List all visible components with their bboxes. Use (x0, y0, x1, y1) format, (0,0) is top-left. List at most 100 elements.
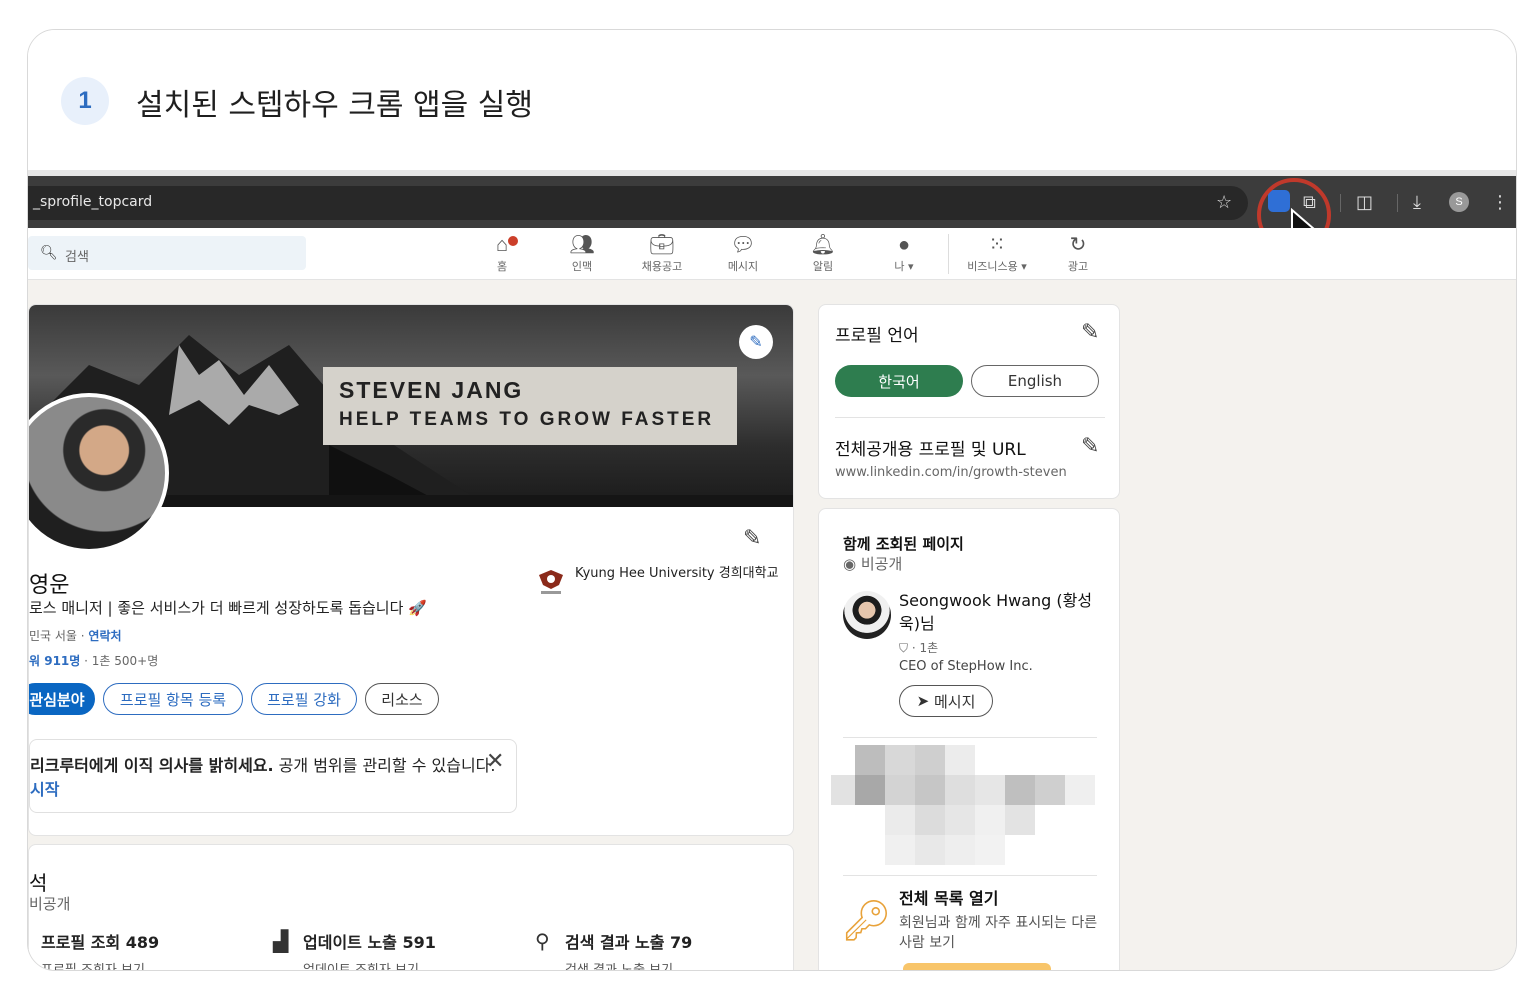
nav-notifications[interactable]: 🔔︎ 알림 (787, 234, 859, 274)
edit-intro-icon[interactable]: ✎ (743, 525, 761, 551)
divider (843, 875, 1097, 876)
home-icon: ⌂ (495, 234, 509, 256)
notice-body: 공개 범위를 관리할 수 있습니다. (273, 756, 496, 775)
nav-label: 나 ▾ (894, 260, 914, 273)
nav-messaging[interactable]: 💬︎ 메시지 (707, 234, 779, 274)
toolbar-divider (1397, 194, 1398, 212)
close-icon[interactable]: ✕ (486, 748, 504, 774)
connections-text: · 1촌 500+명 (80, 654, 159, 668)
edit-url-icon[interactable]: ✎ (1081, 433, 1099, 459)
school-name: Kyung Hee University 경희대학교 (575, 566, 779, 581)
resources-button[interactable]: 리소스 (365, 683, 439, 715)
degree-text: · 1촌 (911, 641, 939, 655)
analytics-subtitle: 비공개 (29, 895, 71, 913)
blur-pixel (1005, 775, 1035, 805)
nav-home[interactable]: ⌂ 홈 (466, 234, 538, 274)
step-title: 설치된 스텝하우 크롬 앱을 실행 (136, 88, 533, 123)
analytics-label: 업데이트 노출 591 (303, 933, 436, 952)
blur-pixel (885, 805, 915, 835)
nav-business[interactable]: ⁙ 비즈니스용 ▾ (954, 234, 1040, 274)
step-header: 1 설치된 스텝하우 크롬 앱을 실행 (28, 30, 1516, 170)
public-profile-title: 전체공개용 프로필 및 URL (835, 440, 1026, 460)
profile-card: STEVEN JANG HELP TEAMS TO GROW FASTER ✎ … (28, 304, 794, 836)
banner-text-box: STEVEN JANG HELP TEAMS TO GROW FASTER (323, 367, 737, 445)
analytics-post-impressions[interactable]: ▟ 업데이트 노출 591 업데이트 조회자 보기 (273, 929, 436, 971)
profile-location: 민국 서울 · 연락처 (29, 627, 122, 644)
edit-language-icon[interactable]: ✎ (1081, 319, 1099, 345)
divider (843, 737, 1097, 738)
browser-screenshot: _sprofile_topcard ☆ ⧉ ◫ ⤓ S ⋮ 🔍︎ 검색 ⌂ 홈 … (28, 170, 1516, 971)
jobs-icon: 💼︎ (649, 234, 675, 256)
profile-connections[interactable]: 워 911명 · 1촌 500+명 (29, 652, 158, 669)
profile-language-card: 프로필 언어 ✎ 한국어 English 전체공개용 프로필 및 URL ✎ w… (818, 304, 1120, 499)
notice-text: 리크루터에게 이직 의사를 밝히세요. 공개 범위를 관리할 수 있습니다. (30, 752, 495, 776)
analytics-link: 검색 결과 노출 보기 (565, 963, 674, 971)
analytics-link: 프로필 조회자 보기 (41, 963, 145, 971)
search-placeholder: 검색 (65, 249, 89, 264)
person-name[interactable]: Seongwook Hwang (황성욱)님 (899, 589, 1099, 635)
nav-divider (948, 234, 949, 274)
language-korean-button[interactable]: 한국어 (835, 365, 963, 397)
location-text: 민국 서울 · (29, 629, 89, 643)
nav-network[interactable]: 👥︎ 인맥 (546, 234, 618, 274)
grid-icon: ⁙ (988, 234, 1006, 256)
add-profile-section-button[interactable]: 프로필 항목 등록 (103, 683, 243, 715)
nav-label: 채용공고 (641, 260, 683, 273)
verified-shield-icon: ⛉ (899, 641, 912, 655)
toolbar-divider (1340, 194, 1341, 212)
tutorial-step-card: 1 설치된 스텝하우 크롬 앱을 실행 _sprofile_topcard ☆ … (27, 29, 1517, 971)
person-job: CEO of StepHow Inc. (899, 659, 1033, 674)
interests-button[interactable]: 관심분야 (29, 683, 95, 715)
banner-tagline: HELP TEAMS TO GROW FASTER (339, 409, 715, 430)
notice-start-link[interactable]: 시작 (30, 776, 59, 800)
open-list-title[interactable]: 전체 목록 열기 (899, 885, 998, 909)
contact-info-link[interactable]: 연락처 (88, 629, 121, 643)
step-number-badge: 1 (61, 77, 109, 125)
blur-pixel (885, 835, 915, 865)
public-profile-url[interactable]: www.linkedin.com/in/growth-steven (835, 465, 1067, 480)
address-bar[interactable]: _sprofile_topcard (28, 186, 1248, 220)
bar-chart-icon: ▟ (273, 931, 289, 953)
blur-pixel (855, 745, 885, 775)
download-icon[interactable]: ⤓ (1413, 192, 1421, 212)
followers-text: 워 911명 (29, 654, 81, 668)
language-english-button[interactable]: English (971, 365, 1099, 397)
reading-list-icon[interactable]: ◫ (1356, 192, 1373, 212)
analytics-label: 프로필 조회 489 (41, 933, 160, 952)
search-icon: ⚲ (535, 931, 550, 953)
more-icon[interactable]: ⋮ (1491, 192, 1509, 212)
banner-name: STEVEN JANG (339, 377, 524, 403)
analytics-profile-views[interactable]: 프로필 조회 489 프로필 조회자 보기 (41, 929, 160, 971)
nav-me[interactable]: ● 나 ▾ (868, 234, 940, 274)
linkedin-nav: 🔍︎ 검색 ⌂ 홈 👥︎ 인맥 💼︎ 채용공고 💬︎ 메시지 🔔︎ 알림 ● 나… (28, 228, 1516, 280)
me-avatar: ● (897, 234, 911, 256)
profile-language-title: 프로필 언어 (835, 326, 919, 346)
blur-pixel (1005, 805, 1035, 835)
blur-pixel (975, 775, 1005, 805)
browser-toolbar: _sprofile_topcard ☆ ⧉ ◫ ⤓ S ⋮ (28, 176, 1516, 252)
analytics-link: 업데이트 조회자 보기 (303, 963, 419, 971)
blur-pixel (885, 775, 915, 805)
message-button[interactable]: ➤ 메시지 (899, 685, 993, 717)
search-input[interactable]: 🔍︎ 검색 (28, 236, 306, 270)
nav-jobs[interactable]: 💼︎ 채용공고 (626, 234, 698, 274)
search-icon: 🔍︎ (40, 244, 58, 260)
blur-pixel (885, 745, 915, 775)
analytics-search-appearances[interactable]: ⚲ 검색 결과 노출 79 검색 결과 노출 보기 (535, 929, 692, 971)
nav-ads[interactable]: ↻ 광고 (1042, 234, 1114, 274)
blur-pixel (915, 775, 945, 805)
message-label: 메시지 (933, 692, 976, 711)
edit-banner-icon[interactable]: ✎ (739, 325, 773, 359)
open-to-work-notice: 리크루터에게 이직 의사를 밝히세요. 공개 범위를 관리할 수 있습니다. ✕… (29, 739, 517, 813)
enhance-profile-button[interactable]: 프로필 강화 (251, 683, 357, 715)
nav-label: 비즈니스용 ▾ (967, 260, 1027, 273)
person-avatar[interactable] (843, 591, 891, 639)
ads-icon: ↻ (1069, 234, 1087, 256)
profile-icon[interactable]: S (1449, 192, 1469, 212)
star-icon[interactable]: ☆ (1216, 192, 1232, 212)
profile-headline: 로스 매니저 | 좋은 서비스가 더 빠르게 성장하도록 돕습니다 🚀 (29, 599, 427, 617)
premium-button[interactable] (903, 963, 1051, 970)
profile-name: 영운 (29, 573, 70, 598)
blur-pixel (945, 805, 975, 835)
blur-pixel (855, 775, 885, 805)
